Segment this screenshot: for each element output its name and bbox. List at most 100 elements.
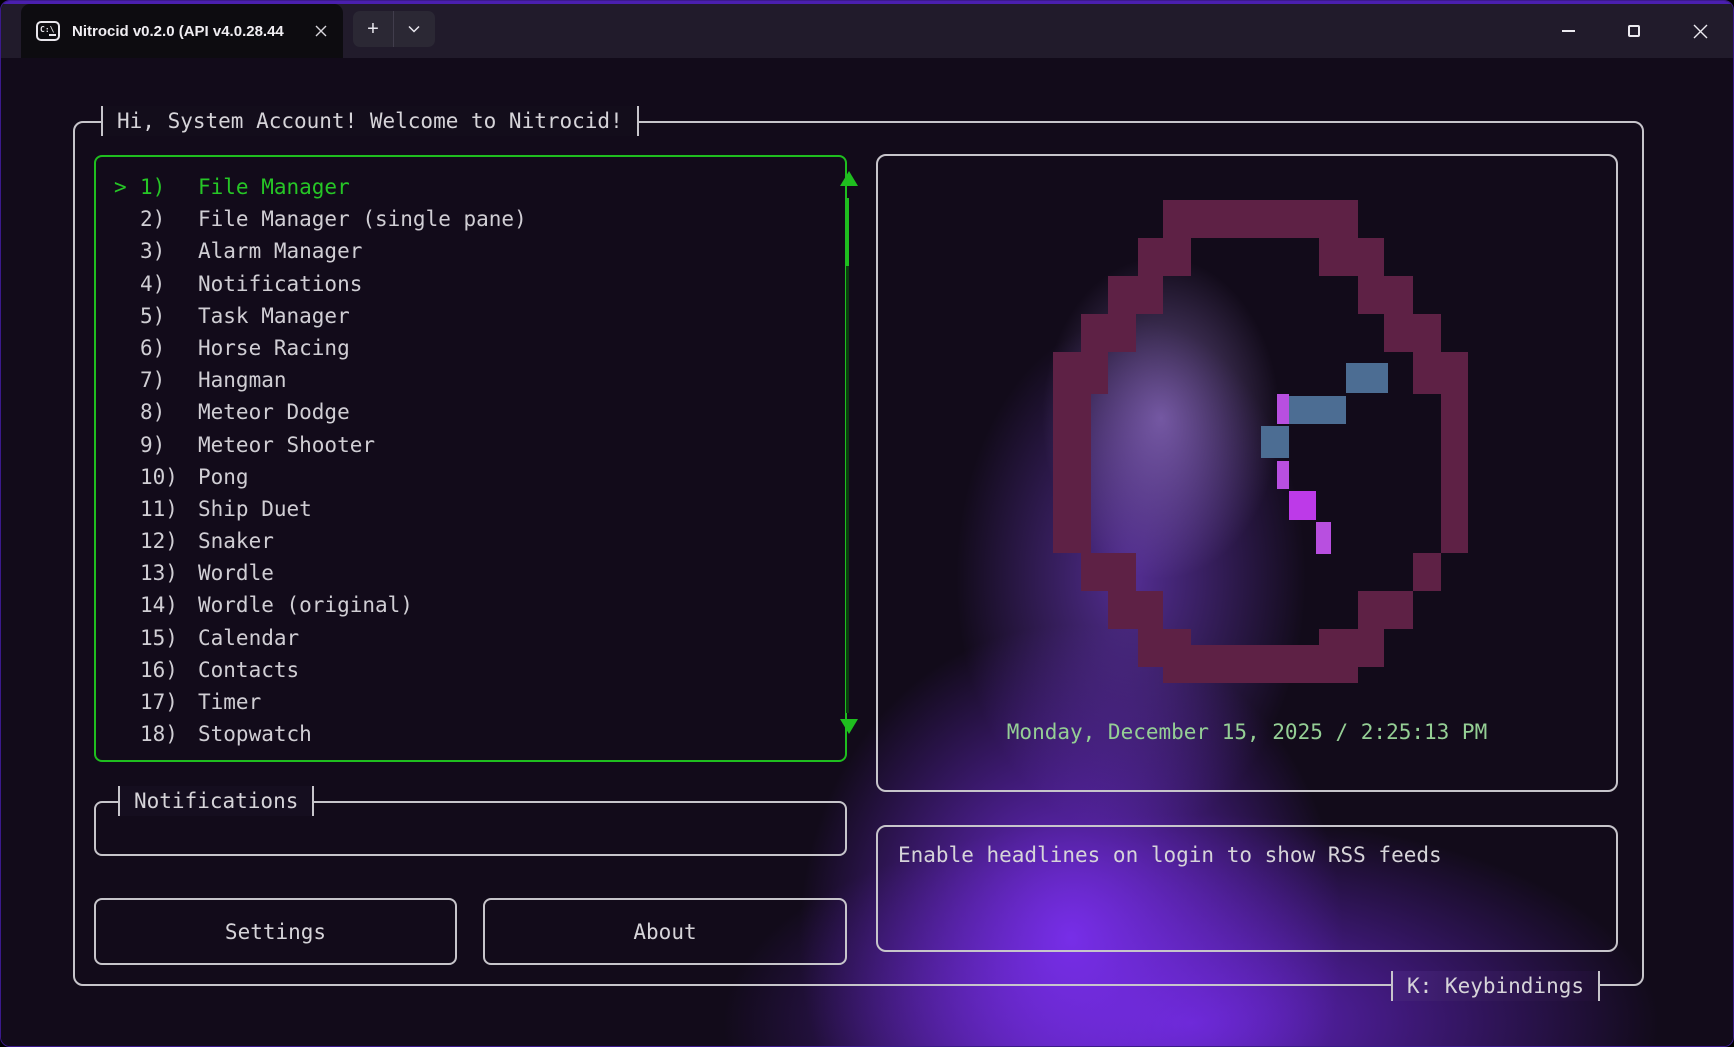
- notifications-label: Notifications: [118, 786, 314, 816]
- keybindings-label[interactable]: K: Keybindings: [1391, 971, 1600, 1001]
- greeting-label: Hi, System Account! Welcome to Nitrocid!: [101, 106, 639, 136]
- close-icon: [1693, 24, 1708, 39]
- maximize-button[interactable]: [1601, 4, 1667, 58]
- menu-item-label: Pong: [198, 461, 249, 493]
- menu-item-label: Contacts: [198, 654, 299, 686]
- nitrocid-logo-pixel-art: [1053, 200, 1468, 683]
- terminal-tab[interactable]: C:\ Nitrocid v0.2.0 (API v4.0.28.44: [21, 4, 343, 58]
- minimize-button[interactable]: [1535, 4, 1601, 58]
- menu-item[interactable]: 6)Horse Racing: [96, 332, 816, 364]
- menu-item[interactable]: 16)Contacts: [96, 654, 816, 686]
- rss-message: Enable headlines on login to show RSS fe…: [878, 827, 1616, 883]
- menu-item[interactable]: 18)Stopwatch: [96, 718, 816, 750]
- menu-item-label: Ship Duet: [198, 493, 312, 525]
- menu-item-number: 17): [140, 686, 198, 718]
- datetime-text: Monday, December 15, 2025 / 2:25:13 PM: [876, 720, 1618, 744]
- pixel-block: [1413, 553, 1441, 591]
- pixel-block: [1138, 238, 1191, 276]
- menu-scrollbar-thumb[interactable]: [846, 198, 849, 266]
- pixel-block: [1319, 238, 1384, 276]
- pixel-block: [1358, 591, 1413, 629]
- menu-item[interactable]: 2)File Manager (single pane): [96, 203, 816, 235]
- selection-marker: [96, 235, 140, 267]
- menu-item-number: 18): [140, 718, 198, 750]
- pixel-block: [1413, 352, 1468, 394]
- selection-marker: [96, 622, 140, 654]
- settings-button[interactable]: Settings: [94, 898, 457, 965]
- scroll-up-arrow-icon[interactable]: [840, 171, 858, 186]
- pixel-block: [1053, 394, 1091, 554]
- menu-item[interactable]: 3)Alarm Manager: [96, 235, 816, 267]
- menu-item[interactable]: 13)Wordle: [96, 557, 816, 589]
- pixel-block: [1384, 314, 1441, 352]
- menu-item[interactable]: 8)Meteor Dodge: [96, 396, 816, 428]
- menu-item-label: Horse Racing: [198, 332, 350, 364]
- tab-close-icon[interactable]: [306, 16, 336, 46]
- selection-marker: [96, 203, 140, 235]
- menu-item-number: 8): [140, 396, 198, 428]
- menu-item-label: File Manager: [198, 171, 350, 203]
- selection-marker: [96, 461, 140, 493]
- menu-item-label: Calendar: [198, 622, 299, 654]
- menu-item-number: 1): [140, 171, 198, 203]
- selection-marker: [96, 654, 140, 686]
- menu-item[interactable]: 17)Timer: [96, 686, 816, 718]
- minimize-icon: [1562, 30, 1575, 32]
- command-prompt-icon: C:\: [36, 21, 60, 41]
- pixel-block: [1346, 363, 1388, 393]
- menu-item-number: 12): [140, 525, 198, 557]
- rss-box: Enable headlines on login to show RSS fe…: [876, 825, 1618, 952]
- menu-item[interactable]: 5)Task Manager: [96, 300, 816, 332]
- menu-scrollbar[interactable]: [846, 198, 849, 713]
- terminal-screen: Hi, System Account! Welcome to Nitrocid!…: [1, 58, 1734, 1047]
- selection-marker: [96, 525, 140, 557]
- menu-item-number: 3): [140, 235, 198, 267]
- pixel-block: [1277, 394, 1289, 424]
- pixel-block: [1358, 276, 1413, 314]
- window-controls: [1535, 4, 1733, 58]
- menu-item-label: Meteor Shooter: [198, 429, 375, 461]
- selection-marker: [96, 686, 140, 718]
- pixel-block: [1316, 522, 1331, 554]
- pixel-block: [1081, 314, 1136, 352]
- menu-item[interactable]: 11)Ship Duet: [96, 493, 816, 525]
- pixel-block: [1261, 426, 1289, 458]
- menu-item[interactable]: >1)File Manager: [96, 171, 816, 203]
- menu-list: >1)File Manager2)File Manager (single pa…: [96, 171, 816, 750]
- menu-item-number: 13): [140, 557, 198, 589]
- menu-item[interactable]: 10)Pong: [96, 461, 816, 493]
- pixel-block: [1081, 553, 1136, 591]
- selection-marker: [96, 396, 140, 428]
- menu-item-number: 15): [140, 622, 198, 654]
- menu-item-label: File Manager (single pane): [198, 203, 527, 235]
- menu-item[interactable]: 7)Hangman: [96, 364, 816, 396]
- pixel-block: [1441, 394, 1468, 554]
- titlebar: C:\ Nitrocid v0.2.0 (API v4.0.28.44 +: [1, 1, 1733, 58]
- close-button[interactable]: [1667, 4, 1733, 58]
- pixel-block: [1277, 461, 1289, 489]
- pixel-block: [1053, 352, 1108, 394]
- menu-item[interactable]: 4)Notifications: [96, 268, 816, 300]
- menu-item[interactable]: 12)Snaker: [96, 525, 816, 557]
- selection-marker: >: [96, 171, 140, 203]
- menu-item-number: 9): [140, 429, 198, 461]
- menu-item[interactable]: 9)Meteor Shooter: [96, 429, 816, 461]
- selection-marker: [96, 300, 140, 332]
- tab-dropdown-button[interactable]: [394, 11, 434, 47]
- selection-marker: [96, 493, 140, 525]
- menu-item-label: Snaker: [198, 525, 274, 557]
- selection-marker: [96, 268, 140, 300]
- scroll-down-arrow-icon[interactable]: [840, 719, 858, 734]
- menu-item-label: Hangman: [198, 364, 287, 396]
- pixel-block: [1163, 200, 1358, 238]
- pixel-block: [1108, 591, 1163, 629]
- new-tab-button[interactable]: +: [353, 11, 394, 47]
- about-button[interactable]: About: [483, 898, 847, 965]
- menu-item-label: Alarm Manager: [198, 235, 362, 267]
- pixel-block: [1289, 396, 1346, 424]
- menu-item[interactable]: 14)Wordle (original): [96, 589, 816, 621]
- menu-item[interactable]: 15)Calendar: [96, 622, 816, 654]
- menu-item-number: 5): [140, 300, 198, 332]
- menu-item-number: 6): [140, 332, 198, 364]
- menu-item-number: 11): [140, 493, 198, 525]
